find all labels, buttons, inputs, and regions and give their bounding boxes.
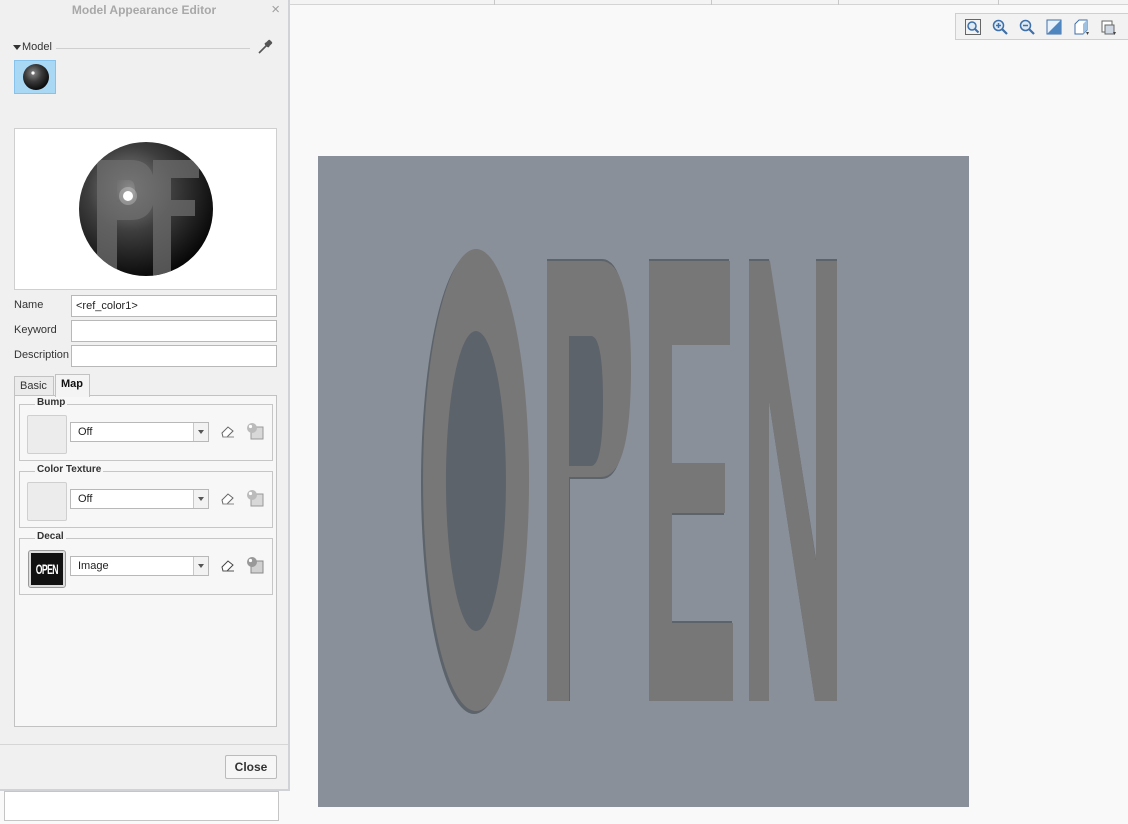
section-divider	[56, 48, 250, 49]
decal-render	[421, 249, 837, 714]
eraser-icon[interactable]	[220, 558, 236, 572]
name-label: Name	[14, 299, 44, 311]
color-texture-select[interactable]: Off	[70, 489, 209, 509]
model-appearance-editor: Model Appearance Editor × Model Name <re…	[0, 0, 290, 791]
graphics-viewport[interactable]	[318, 156, 969, 807]
view-toolbar	[955, 13, 1128, 40]
window-title: Model Appearance Editor	[71, 3, 217, 17]
window-close-icon[interactable]: ×	[271, 1, 280, 18]
zoom-out-icon[interactable]	[1015, 15, 1039, 39]
color-texture-title: Color Texture	[35, 464, 104, 475]
color-texture-select-value: Off	[78, 493, 93, 505]
decal-thumbnail-text: OPEN	[35, 561, 59, 577]
decal-select[interactable]: Image	[70, 556, 209, 576]
footer-divider	[0, 744, 288, 745]
color-texture-group: Color Texture Off	[19, 464, 273, 528]
appearance-sphere-icon	[23, 64, 49, 90]
tab-basic[interactable]: Basic	[14, 376, 54, 396]
tab-map[interactable]: Map	[55, 374, 90, 397]
description-label: Description	[14, 349, 70, 361]
chevron-down-icon[interactable]	[193, 423, 208, 441]
decal-title: Decal	[35, 531, 66, 542]
map-placement-icon[interactable]	[246, 422, 264, 440]
decal-thumbnail[interactable]: OPEN	[28, 550, 66, 588]
model-section-toggle[interactable]: Model	[13, 41, 52, 53]
color-texture-swatch[interactable]	[27, 482, 67, 521]
close-button[interactable]: Close	[225, 755, 277, 779]
description-input[interactable]	[71, 345, 277, 367]
bump-select-value: Off	[78, 426, 93, 438]
bump-swatch[interactable]	[27, 415, 67, 454]
collapse-triangle-icon	[13, 44, 21, 50]
model-section-label: Model	[22, 41, 52, 53]
repaint-icon[interactable]	[1042, 15, 1066, 39]
description-row: Description	[14, 345, 277, 367]
chevron-down-icon[interactable]	[193, 557, 208, 575]
top-strip	[290, 0, 1128, 5]
keyword-label: Keyword	[14, 324, 57, 336]
map-placement-icon[interactable]	[246, 489, 264, 507]
name-row: Name	[14, 295, 277, 317]
decal-group: Decal OPEN Image	[19, 531, 273, 595]
refit-icon[interactable]	[961, 15, 985, 39]
eraser-icon[interactable]	[220, 424, 236, 438]
preview-sphere	[79, 142, 213, 276]
keyword-input[interactable]	[71, 320, 277, 342]
saved-orientations-icon[interactable]	[1069, 15, 1093, 39]
map-tab-panel: Bump Off Color Texture Off Decal OPEN Im…	[14, 395, 277, 727]
appearance-thumbnail[interactable]	[14, 60, 56, 94]
bump-select[interactable]: Off	[70, 422, 209, 442]
keyword-row: Keyword	[14, 320, 277, 342]
eraser-icon[interactable]	[220, 491, 236, 505]
chevron-down-icon[interactable]	[193, 490, 208, 508]
eyedropper-icon[interactable]	[256, 38, 274, 56]
underlying-panel	[4, 791, 279, 821]
zoom-in-icon[interactable]	[988, 15, 1012, 39]
decal-select-value: Image	[78, 560, 109, 572]
bump-group: Bump Off	[19, 397, 273, 461]
map-placement-icon[interactable]	[246, 556, 264, 574]
name-input[interactable]	[71, 295, 277, 317]
appearance-preview	[14, 128, 277, 290]
display-style-icon[interactable]	[1096, 15, 1120, 39]
bump-title: Bump	[35, 397, 68, 408]
